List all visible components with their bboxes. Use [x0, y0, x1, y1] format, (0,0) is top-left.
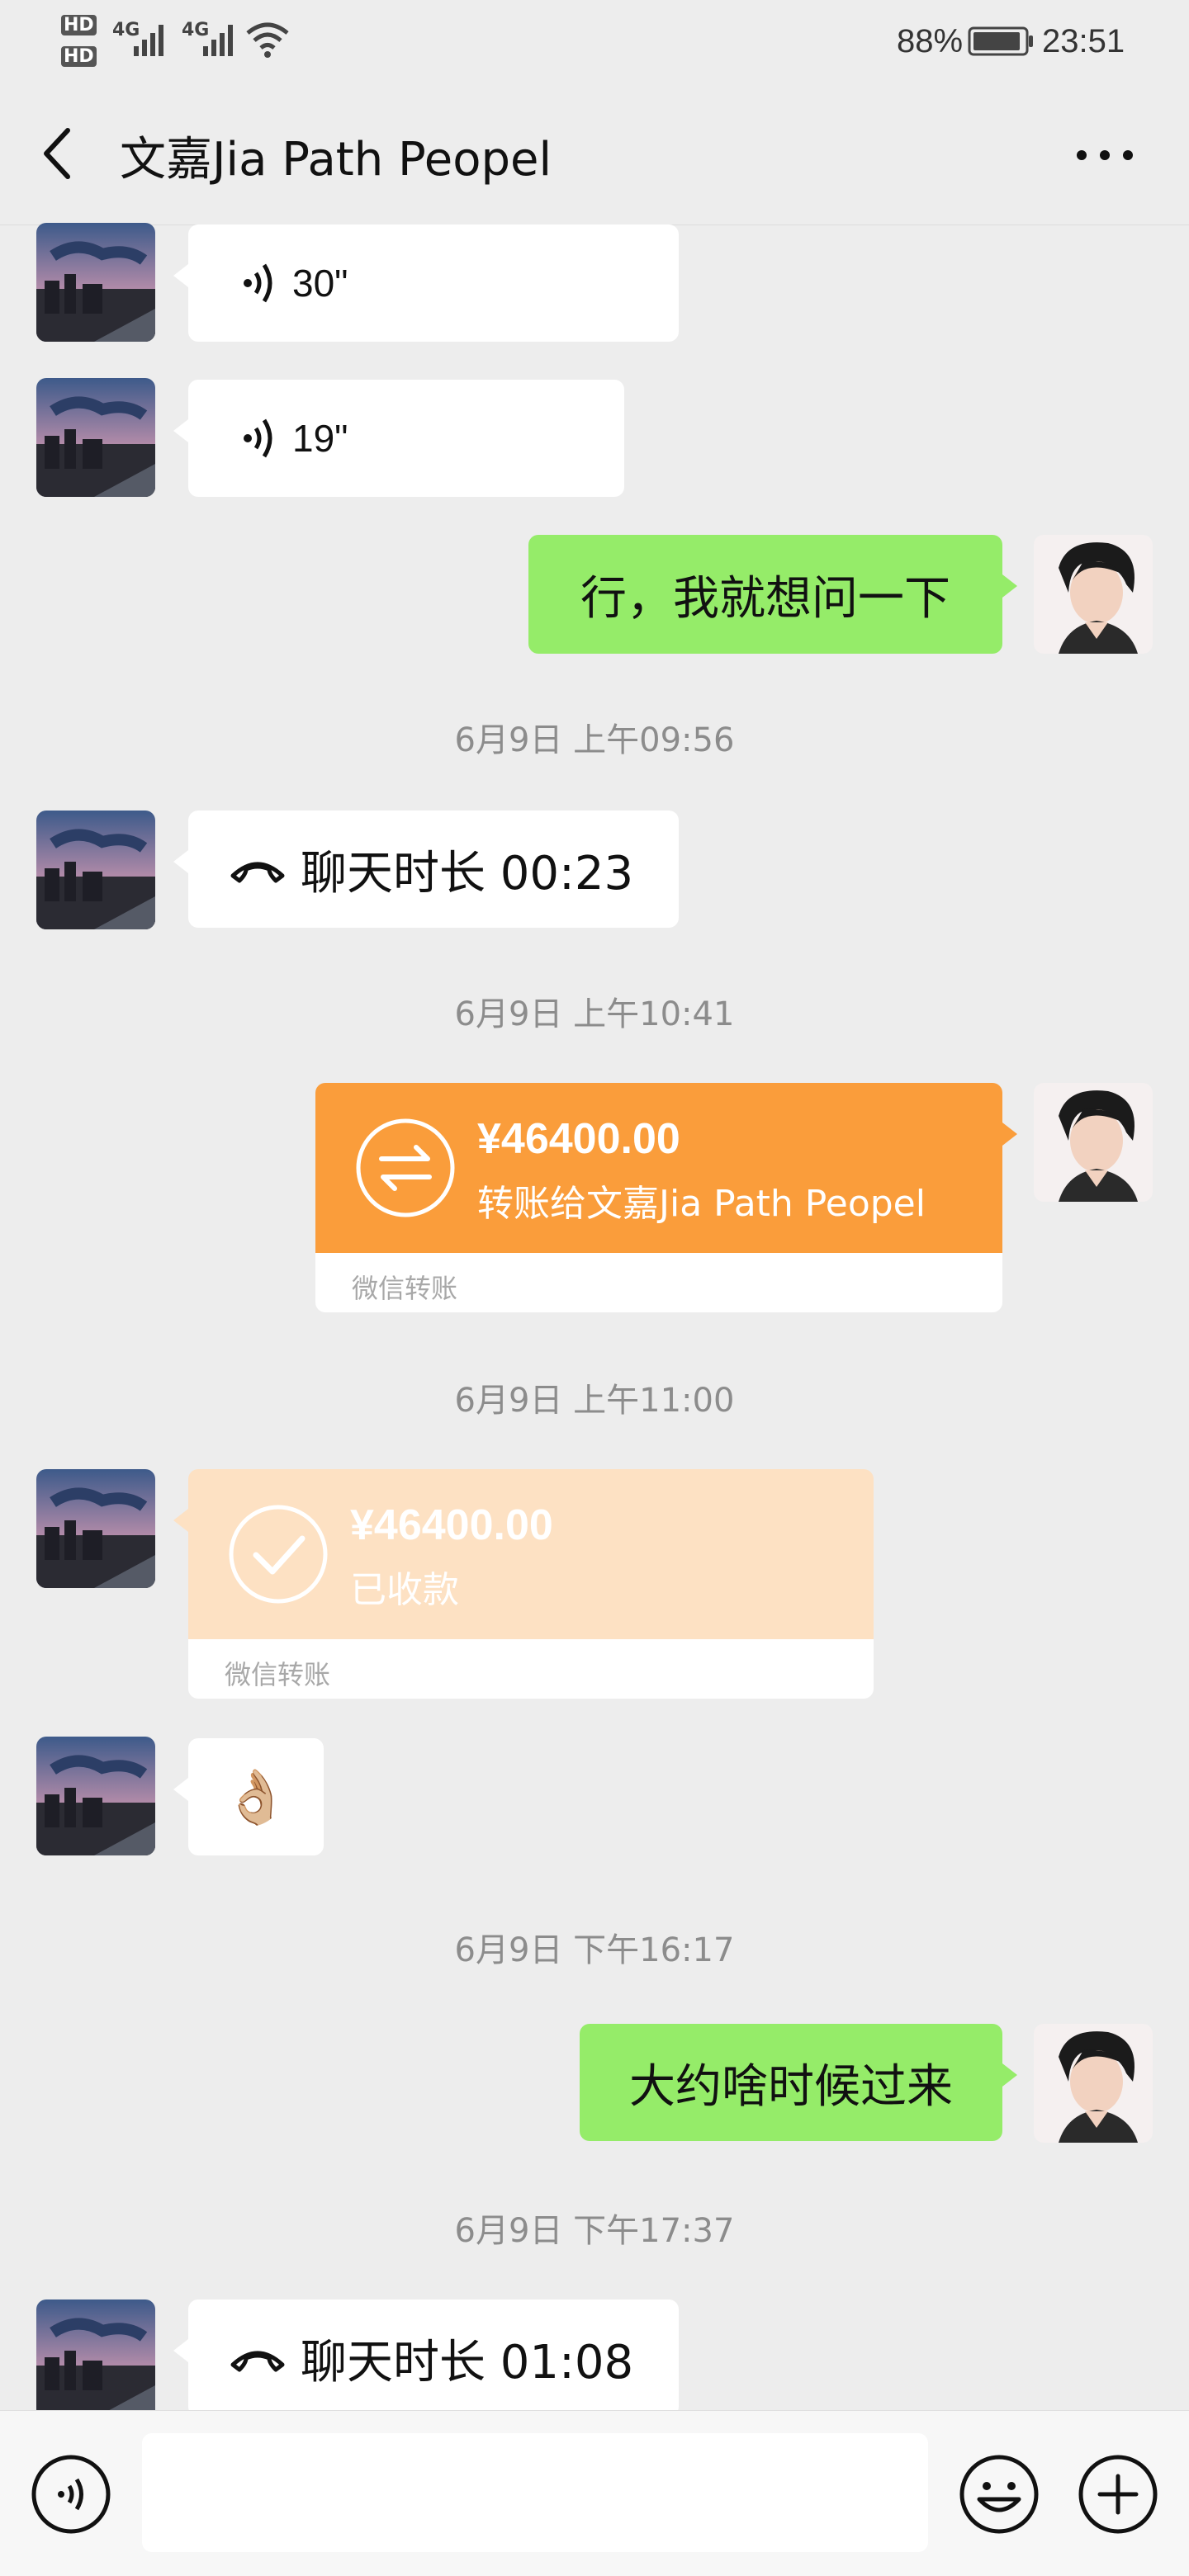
signal-icon [203, 25, 233, 56]
voice-duration: 19" [292, 417, 348, 460]
transfer-card-footer: 微信转账 [315, 1253, 1002, 1312]
avatar-image [36, 2299, 155, 2418]
contact-avatar[interactable] [36, 2299, 155, 2418]
transfer-card-sent[interactable]: ¥46400.00 转账给文嘉Jia Path Peopel 微信转账 [315, 1083, 1002, 1312]
message-input[interactable] [142, 2433, 928, 2552]
transfer-status: 已收款 [350, 1569, 459, 1611]
transfer-amount: ¥46400.00 [350, 1501, 553, 1549]
plus-circle-icon[interactable] [1077, 2453, 1159, 2536]
avatar-image [36, 378, 155, 497]
timestamp: 6月9日 下午17:37 [454, 2212, 735, 2250]
bubble-tail [1002, 1123, 1017, 1146]
avatar-image [1034, 2024, 1153, 2143]
voice-wave-icon [244, 263, 272, 303]
self-avatar[interactable] [1034, 1083, 1153, 1202]
ok-hand-emoji: 👌🏼 [223, 1766, 289, 1828]
bubble-tail [173, 1509, 188, 1532]
voice-wave-icon [244, 418, 272, 458]
avatar-image [36, 1737, 155, 1855]
avatar-image [36, 811, 155, 929]
transfer-card-body: ¥46400.00 转账给文嘉Jia Path Peopel [315, 1083, 1002, 1253]
contact-avatar[interactable] [36, 378, 155, 497]
chat-title: 文嘉Jia Path Peopel [120, 133, 552, 187]
emoji-message[interactable]: 👌🏼 [173, 1738, 324, 1855]
avatar-image [36, 223, 155, 342]
timestamp: 6月9日 下午16:17 [454, 1931, 735, 1969]
timestamp: 6月9日 上午09:56 [454, 721, 735, 759]
hd-badge: HD [61, 46, 97, 67]
contact-avatar[interactable] [36, 223, 155, 342]
avatar-image [1034, 535, 1153, 654]
transfer-arrows-icon [356, 1118, 455, 1217]
emoji-face-icon[interactable] [958, 2453, 1040, 2536]
call-record-message[interactable]: 聊天时长 01:08 [173, 2299, 679, 2417]
timestamp: 6月9日 上午11:00 [454, 1382, 735, 1420]
call-duration-text: 聊天时长 01:08 [301, 2335, 634, 2389]
transfer-footer-label: 微信转账 [225, 1659, 331, 1690]
avatar-image [36, 1469, 155, 1588]
message-text: 行，我就想问一下 [580, 571, 950, 626]
battery-percent: 88% [897, 23, 964, 59]
contact-avatar[interactable] [36, 1469, 155, 1588]
signal-icon [134, 25, 163, 56]
battery-icon [968, 26, 1033, 56]
phone-hangup-icon [230, 862, 285, 883]
transfer-card-received[interactable]: ¥46400.00 已收款 微信转账 [188, 1469, 874, 1699]
checkmark-circle-icon [229, 1505, 328, 1604]
message-text: 大约啥时候过来 [629, 2059, 953, 2114]
sent-text-message[interactable]: 大约啥时候过来 [580, 2024, 1017, 2141]
chevron-left-icon[interactable] [36, 124, 79, 183]
timestamp: 6月9日 上午10:41 [454, 995, 735, 1033]
self-avatar[interactable] [1034, 535, 1153, 654]
call-duration-text: 聊天时长 00:23 [301, 846, 634, 900]
wifi-icon [246, 22, 289, 58]
voice-input-icon[interactable] [30, 2453, 112, 2536]
more-dots-icon[interactable] [1073, 140, 1136, 170]
avatar-image [1034, 1083, 1153, 1202]
hd-badge: HD [61, 15, 97, 35]
voice-duration: 30" [292, 262, 348, 305]
clock: 23:51 [1042, 23, 1125, 59]
voice-message[interactable]: 19" [173, 380, 624, 497]
transfer-description: 转账给文嘉Jia Path Peopel [477, 1183, 926, 1225]
transfer-footer-label: 微信转账 [352, 1273, 458, 1304]
contact-avatar[interactable] [36, 811, 155, 929]
transfer-card-footer: 微信转账 [188, 1639, 874, 1699]
voice-message[interactable]: 30" [173, 225, 679, 342]
self-avatar[interactable] [1034, 2024, 1153, 2143]
call-record-message[interactable]: 聊天时长 00:23 [173, 811, 679, 928]
transfer-amount: ¥46400.00 [477, 1115, 680, 1163]
sent-text-message[interactable]: 行，我就想问一下 [528, 535, 1017, 654]
transfer-card-body: ¥46400.00 已收款 [188, 1469, 874, 1639]
status-bar: HD HD 4G 4G 88% 23:51 [0, 0, 1189, 83]
phone-hangup-icon [230, 2351, 285, 2372]
contact-avatar[interactable] [36, 1737, 155, 1855]
